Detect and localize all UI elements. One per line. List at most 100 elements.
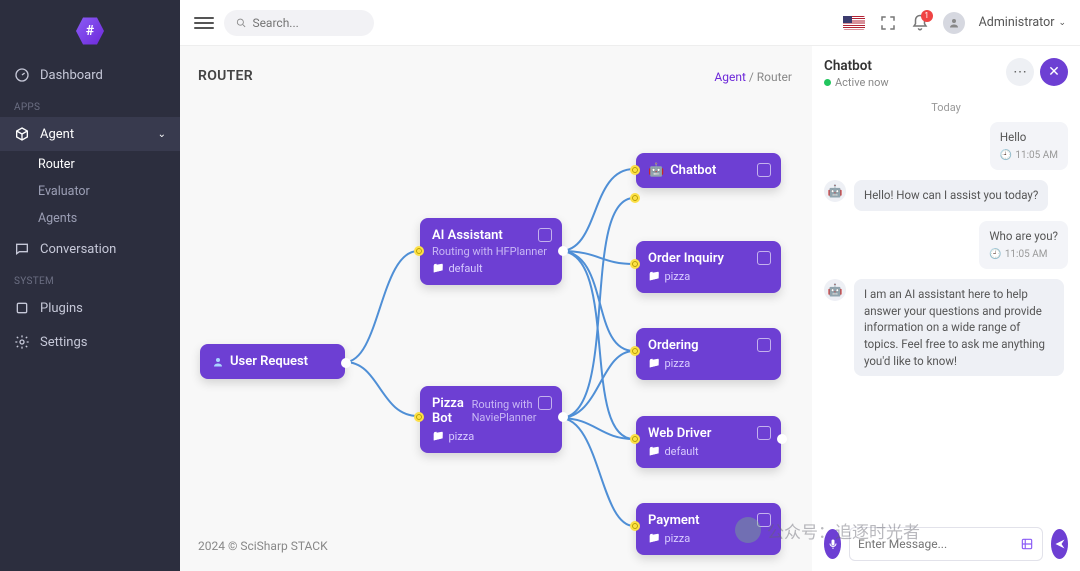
node-ai-assistant[interactable]: AI Assistant Routing with HFPlanner defa…: [420, 218, 562, 285]
node-title: Chatbot: [670, 163, 716, 178]
section-system: SYSTEM: [0, 266, 180, 291]
topbar: 1 Administrator ⌄: [180, 0, 1080, 46]
node-action-icon[interactable]: [757, 426, 771, 440]
search-icon: [236, 17, 246, 29]
node-pizza-bot[interactable]: Pizza Bot Routing with NaviePlanner pizz…: [420, 386, 562, 453]
gear-icon: [14, 334, 30, 350]
node-action-icon[interactable]: [757, 513, 771, 527]
chat-panel: Chatbot Active now ⋯ ✕ Today Hello 🕘 11:…: [812, 46, 1080, 571]
port-out[interactable]: [777, 434, 787, 444]
node-title: Order Inquiry: [648, 251, 724, 266]
node-action-icon[interactable]: [538, 396, 552, 410]
fullscreen-icon[interactable]: [879, 14, 897, 32]
msg-user: Who are you? 🕘 11:05 AM: [824, 221, 1068, 269]
node-order-inquiry[interactable]: Order Inquiry pizza: [636, 241, 781, 293]
node-title: Payment: [648, 513, 700, 528]
chat-messages: Hello 🕘 11:05 AM 🤖 Hello! How can I assi…: [824, 122, 1068, 519]
cube-icon: [14, 126, 30, 142]
msg-text: I am an AI assistant here to help answer…: [864, 286, 1054, 369]
chat-info: Chatbot Active now: [824, 58, 889, 89]
nav-sub-evaluator[interactable]: Evaluator: [0, 178, 180, 205]
msg-time: 🕘 11:05 AM: [989, 248, 1058, 263]
chat-input[interactable]: [849, 527, 1043, 561]
chat-header-buttons: ⋯ ✕: [1006, 58, 1068, 86]
breadcrumb-router: Router: [757, 70, 792, 84]
chat-send-button[interactable]: [1051, 529, 1068, 559]
nav-label: Conversation: [40, 242, 116, 257]
node-folder: default: [432, 262, 550, 275]
node-chatbot[interactable]: 🤖 Chatbot: [636, 153, 781, 188]
node-subtitle: Routing with HFPlanner: [432, 245, 550, 258]
node-action-icon[interactable]: [757, 251, 771, 265]
robot-icon: 🤖: [648, 163, 664, 178]
attach-icon[interactable]: [1020, 537, 1034, 551]
admin-menu[interactable]: Administrator ⌄: [979, 15, 1066, 30]
node-action-icon[interactable]: [538, 228, 552, 242]
nav-conversation[interactable]: Conversation: [0, 232, 180, 266]
sidebar: # Dashboard APPS Agent ⌄ Router Evaluato…: [0, 0, 180, 571]
nav-sub-router[interactable]: Router: [0, 151, 180, 178]
node-action-icon[interactable]: [757, 163, 771, 177]
chat-input-field[interactable]: [858, 537, 1014, 551]
menu-toggle[interactable]: [194, 17, 214, 29]
port-in[interactable]: [630, 521, 640, 531]
search-input[interactable]: [252, 16, 362, 30]
port-in-2[interactable]: [630, 193, 640, 203]
chat-header: Chatbot Active now ⋯ ✕: [824, 58, 1068, 89]
search-box[interactable]: [224, 10, 374, 36]
port-out[interactable]: [341, 358, 351, 368]
chat-input-row: [824, 527, 1068, 561]
node-title: Ordering: [648, 338, 699, 353]
locale-flag-icon[interactable]: [843, 16, 865, 30]
nav-plugins[interactable]: Plugins: [0, 291, 180, 325]
breadcrumb-agent[interactable]: Agent: [714, 70, 745, 84]
nav-dashboard[interactable]: Dashboard: [0, 58, 180, 92]
section-apps: APPS: [0, 92, 180, 117]
port-in[interactable]: [630, 434, 640, 444]
node-folder: pizza: [432, 430, 550, 443]
port-in[interactable]: [630, 259, 640, 269]
node-action-icon[interactable]: [757, 338, 771, 352]
node-ordering[interactable]: Ordering pizza: [636, 328, 781, 380]
port-out[interactable]: [558, 246, 568, 256]
chat-name: Chatbot: [824, 58, 889, 74]
node-web-driver[interactable]: Web Driver default: [636, 416, 781, 468]
nav-sub-agents[interactable]: Agents: [0, 205, 180, 232]
port-in-1[interactable]: [630, 165, 640, 175]
bot-avatar-icon: 🤖: [824, 279, 846, 301]
msg-text: Who are you?: [989, 228, 1058, 245]
msg-text: Hello: [1000, 129, 1058, 146]
nav-agent-sub: Router Evaluator Agents: [0, 151, 180, 232]
port-in[interactable]: [414, 412, 424, 422]
node-title: Web Driver: [648, 426, 711, 441]
nav-label: Agent: [40, 127, 74, 142]
node-folder: pizza: [648, 532, 769, 545]
notifications-icon[interactable]: 1: [911, 14, 929, 32]
nav-settings[interactable]: Settings: [0, 325, 180, 359]
nav-label: Plugins: [40, 301, 83, 316]
node-folder: default: [648, 445, 769, 458]
notification-badge: 1: [921, 10, 933, 22]
node-folder: pizza: [648, 357, 769, 370]
node-user-request[interactable]: User Request: [200, 344, 345, 379]
plug-icon: [14, 300, 30, 316]
msg-text: Hello! How can I assist you today?: [864, 187, 1038, 204]
port-in[interactable]: [414, 246, 424, 256]
edges: [180, 46, 812, 571]
port-out[interactable]: [558, 412, 568, 422]
chat-close-button[interactable]: ✕: [1040, 58, 1068, 86]
chat-voice-button[interactable]: [824, 529, 841, 559]
msg-bot: 🤖 Hello! How can I assist you today?: [824, 180, 1068, 211]
nav-agent[interactable]: Agent ⌄: [0, 117, 180, 151]
chat-more-button[interactable]: ⋯: [1006, 58, 1034, 86]
node-payment[interactable]: Payment pizza: [636, 503, 781, 555]
mic-icon: [827, 538, 839, 550]
day-separator: Today: [824, 101, 1068, 114]
chat-icon: [14, 241, 30, 257]
msg-time: 🕘 11:05 AM: [1000, 149, 1058, 164]
router-canvas[interactable]: ROUTER Agent / Router: [180, 46, 812, 571]
port-in[interactable]: [630, 346, 640, 356]
avatar-icon[interactable]: [943, 12, 965, 34]
nav-label: Settings: [40, 335, 87, 350]
logo-icon: #: [76, 16, 104, 46]
